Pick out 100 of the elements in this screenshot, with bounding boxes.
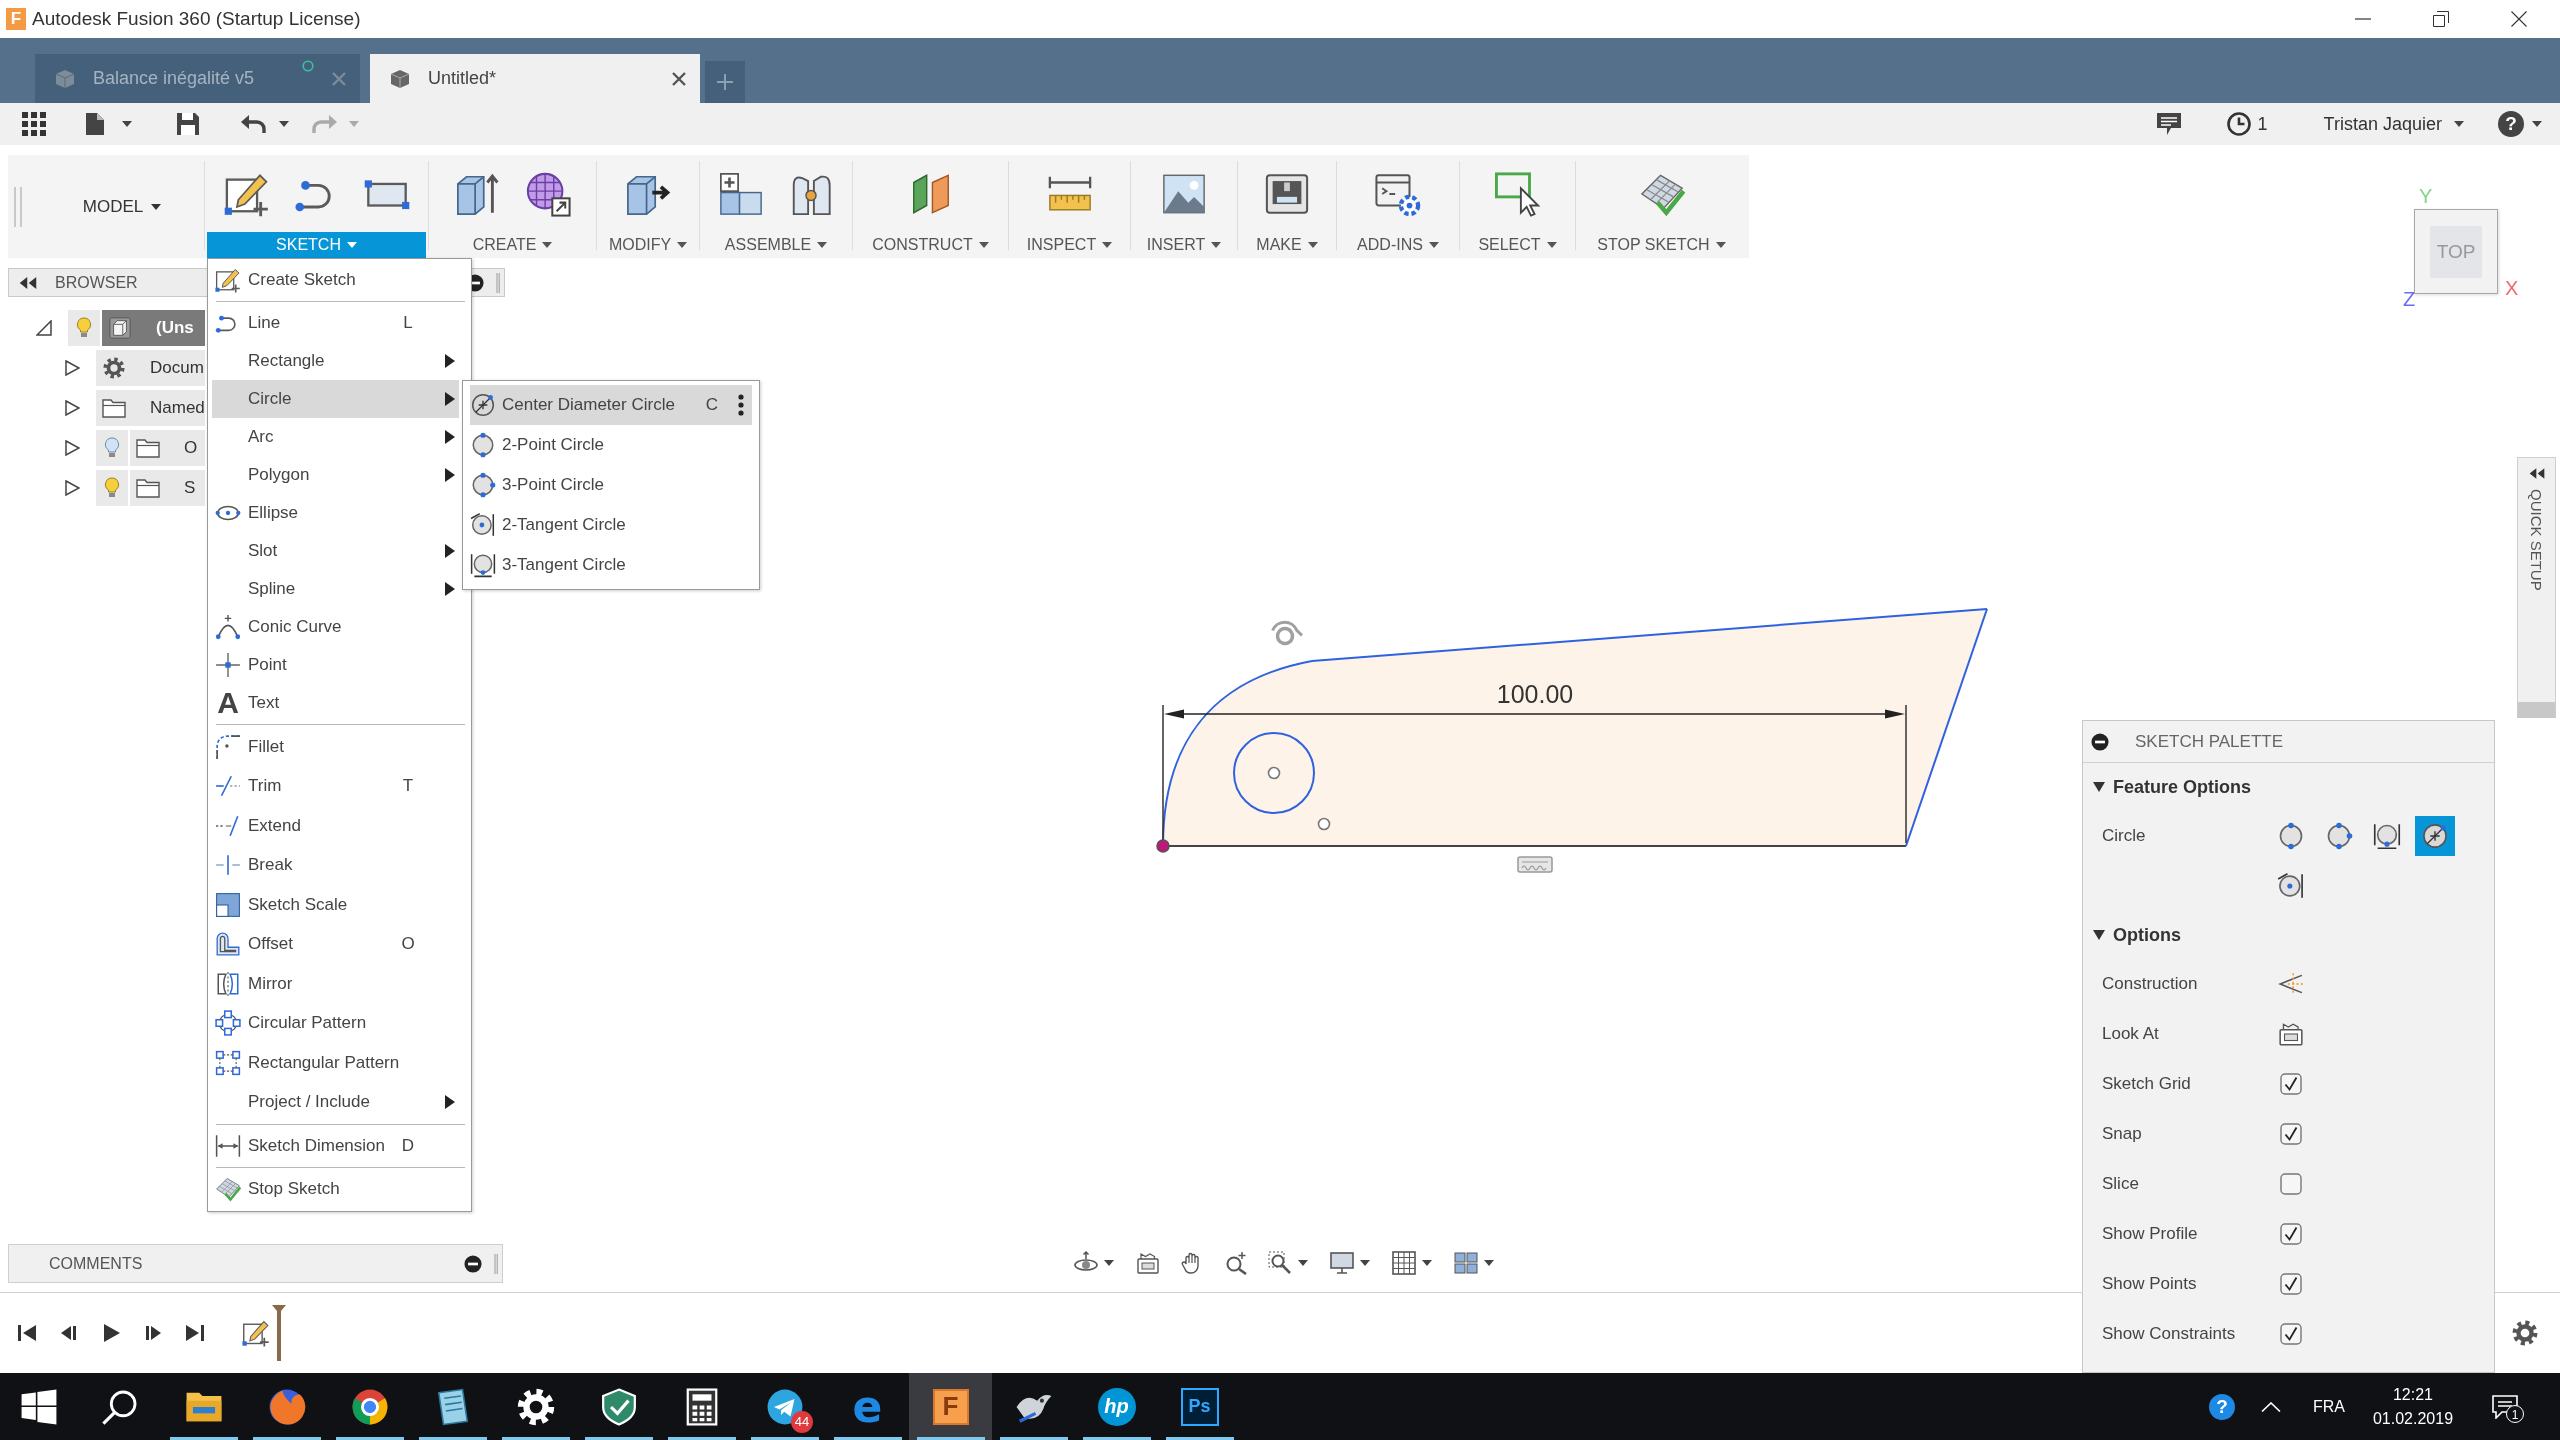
lightbulb-icon[interactable]: [96, 470, 128, 506]
toolbar-menu-button[interactable]: SELECT: [1475, 232, 1560, 258]
menu-item[interactable]: Point: [212, 646, 459, 684]
sketch-pencil-icon[interactable]: [242, 1319, 270, 1347]
close-icon[interactable]: [672, 71, 686, 86]
tree-item[interactable]: O: [130, 430, 205, 466]
section-toggle[interactable]: Options: [2083, 911, 2181, 959]
document-tab[interactable]: Untitled*: [370, 54, 700, 103]
clock-date[interactable]: 01.02.2019: [2372, 1409, 2454, 1428]
zoom-icon[interactable]: [1224, 1251, 1248, 1275]
toolbar-menu-button[interactable]: MODIFY: [605, 232, 691, 258]
minimize-panel-icon[interactable]: [464, 1254, 482, 1273]
tree-item[interactable]: S: [130, 470, 205, 506]
grid-sphere-icon[interactable]: [524, 170, 571, 217]
save-icon[interactable]: [177, 113, 199, 135]
toolbar-menu-button[interactable]: INSERT: [1143, 232, 1225, 258]
tree-item[interactable]: Docum: [96, 350, 205, 386]
menu-item[interactable]: Conic Curve: [212, 608, 459, 646]
caret-icon[interactable]: [1360, 1260, 1370, 1266]
checkbox[interactable]: [2280, 1073, 2302, 1095]
notification-icon[interactable]: [2492, 1394, 2518, 1419]
restore-icon[interactable]: [2433, 11, 2449, 27]
zoom-window-icon[interactable]: [1268, 1251, 1292, 1275]
lightbulb-icon[interactable]: [96, 430, 128, 466]
chevron-up-icon[interactable]: [2261, 1401, 2281, 1412]
caret-icon[interactable]: [279, 121, 289, 127]
menu-item[interactable]: Arc: [212, 418, 459, 456]
panel-grip-icon[interactable]: [496, 272, 500, 293]
toolbar-menu-button[interactable]: STOP SKETCH: [1594, 232, 1729, 258]
workspace-menu[interactable]: MODEL: [82, 191, 162, 222]
menu-item[interactable]: Line L: [212, 304, 459, 342]
expand-arrow-icon[interactable]: [64, 360, 80, 376]
toolbar-menu-button[interactable]: MAKE: [1253, 232, 1321, 258]
expand-arrow-icon[interactable]: [64, 480, 80, 496]
menu-item[interactable]: Extend: [212, 806, 459, 846]
section-toggle[interactable]: Feature Options: [2083, 763, 2251, 811]
menu-item[interactable]: Rectangular Pattern: [212, 1043, 459, 1083]
grid-icon[interactable]: [1392, 1251, 1416, 1275]
minimize-panel-icon[interactable]: [2091, 732, 2109, 751]
select-cursor-icon[interactable]: [1494, 170, 1541, 217]
menu-item[interactable]: 2-Point Circle: [470, 425, 752, 465]
clock-time[interactable]: 12:21: [2392, 1385, 2433, 1404]
quick-setup-tab[interactable]: QUICK SETUP: [2517, 457, 2556, 718]
close-icon[interactable]: [2511, 11, 2527, 27]
app-grid-icon[interactable]: [22, 112, 46, 136]
play-icon[interactable]: [101, 1323, 121, 1343]
start-icon[interactable]: [20, 1387, 58, 1426]
expand-arrow-icon[interactable]: [64, 440, 80, 456]
menu-item[interactable]: Slot: [212, 532, 459, 570]
menu-item[interactable]: Project / Include: [212, 1082, 459, 1122]
menu-item[interactable]: 3-Point Circle: [470, 465, 752, 505]
panel-grip-icon[interactable]: [494, 1253, 498, 1274]
circle-type-option[interactable]: [2415, 816, 2455, 856]
user-menu[interactable]: Tristan Jaquier: [2323, 113, 2442, 135]
menu-item[interactable]: Fillet: [212, 727, 459, 767]
toolbar-menu-button[interactable]: ADD-INS: [1354, 232, 1442, 258]
menu-item[interactable]: Sketch Scale: [212, 885, 459, 925]
step-forward-icon[interactable]: [143, 1323, 163, 1343]
toolbar-menu-button[interactable]: CREATE: [469, 232, 556, 258]
more-options-icon[interactable]: [738, 394, 744, 416]
skip-to-end-icon[interactable]: [185, 1323, 205, 1343]
file-icon[interactable]: [86, 113, 104, 135]
menu-item[interactable]: Break: [212, 845, 459, 885]
caret-icon[interactable]: [1484, 1260, 1494, 1266]
toolbar-menu-button[interactable]: ASSEMBLE: [721, 232, 831, 258]
menu-item[interactable]: Ellipse: [212, 494, 459, 532]
menu-item[interactable]: 2-Tangent Circle: [470, 505, 752, 545]
menu-item[interactable]: Mirror: [212, 964, 459, 1004]
skip-to-start-icon[interactable]: [17, 1323, 37, 1343]
tree-item[interactable]: Named: [96, 390, 205, 426]
menu-item[interactable]: Sketch Dimension D: [212, 1127, 459, 1165]
collapse-arrow-icon[interactable]: [36, 320, 52, 336]
viewports-icon[interactable]: [1454, 1251, 1478, 1275]
help-button[interactable]: ?: [2498, 111, 2524, 137]
menu-item[interactable]: A Text: [212, 684, 459, 722]
timeline-marker[interactable]: [272, 1305, 286, 1361]
caret-icon[interactable]: [1298, 1260, 1308, 1266]
caret-icon[interactable]: [1104, 1260, 1114, 1266]
language-indicator[interactable]: FRA: [2313, 1397, 2345, 1416]
comment-icon[interactable]: [2156, 113, 2181, 135]
look-at-icon[interactable]: [1136, 1251, 1160, 1275]
menu-item[interactable]: Circle: [212, 380, 459, 418]
menu-item[interactable]: Create Sketch: [212, 261, 459, 299]
menu-item[interactable]: Center Diameter Circle C: [470, 385, 752, 425]
caret-icon[interactable]: [1422, 1260, 1432, 1266]
look-at-icon[interactable]: [2278, 1021, 2304, 1047]
menu-item[interactable]: Polygon: [212, 456, 459, 494]
step-back-icon[interactable]: [59, 1323, 79, 1343]
component-boxes-icon[interactable]: [718, 170, 764, 217]
tree-item[interactable]: (Uns: [102, 310, 205, 346]
menu-item[interactable]: Spline: [212, 570, 459, 608]
clock-icon[interactable]: [2226, 112, 2251, 136]
expand-arrow-icon[interactable]: [64, 400, 80, 416]
menu-item[interactable]: 3-Tangent Circle: [470, 545, 752, 585]
collapse-panel-icon[interactable]: [19, 276, 37, 289]
toolbar-menu-button[interactable]: CONSTRUCT: [869, 232, 992, 258]
menu-item[interactable]: Trim T: [212, 766, 459, 806]
menu-item[interactable]: Stop Sketch: [212, 1170, 459, 1208]
menu-item[interactable]: Offset O: [212, 924, 459, 964]
checkbox[interactable]: [2280, 1123, 2302, 1145]
